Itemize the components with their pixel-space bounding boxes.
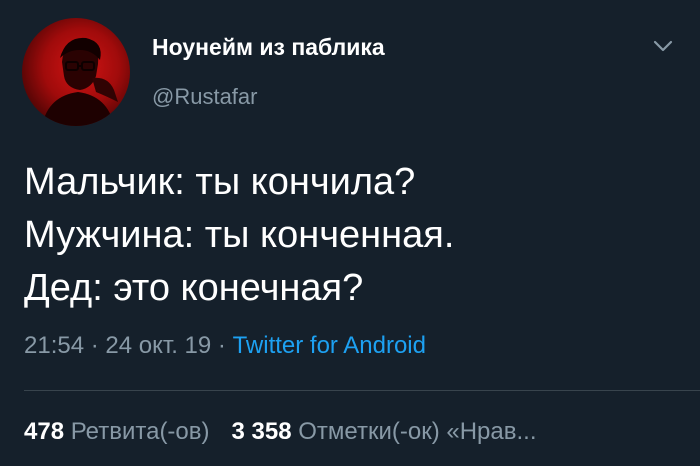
tweet-line: Дед: это конечная? (24, 267, 364, 309)
likes-count: 3 358 (231, 418, 292, 445)
meta-separator: · (84, 332, 106, 359)
tweet-line: Мальчик: ты кончила? (24, 161, 416, 203)
author-display-name[interactable]: Ноунейм из паблика (152, 34, 385, 61)
tweet-time[interactable]: 21:54 (24, 332, 84, 359)
retweets-count: 478 (24, 418, 65, 445)
likes-stat[interactable]: 3 358 Отметки(-ок) «Нрав... (232, 418, 537, 445)
tweet-source-link[interactable]: Twitter for Android (233, 332, 426, 359)
retweets-label: Ретвита(-ов) (70, 418, 210, 445)
retweets-stat[interactable]: 478 Ретвита(-ов) (24, 418, 210, 445)
tweet-text: Мальчик: ты кончила? Мужчина: ты конченн… (24, 156, 454, 315)
tweet-meta: 21:54 · 24 окт. 19 · Twitter for Android (24, 332, 426, 360)
divider (24, 390, 700, 391)
meta-separator: · (211, 332, 233, 359)
tweet-line: Мужчина: ты конченная. (24, 214, 455, 256)
likes-label: Отметки(-ок) «Нрав... (298, 418, 537, 445)
tweet-date[interactable]: 24 окт. 19 (105, 332, 211, 359)
profile-photo-icon (42, 37, 118, 126)
chevron-down-icon[interactable] (652, 38, 674, 54)
tweet-stats: 478 Ретвита(-ов) 3 358 Отметки(-ок) «Нрав… (24, 418, 536, 446)
author-handle[interactable]: @Rustafar (152, 84, 257, 110)
avatar[interactable] (22, 18, 130, 126)
